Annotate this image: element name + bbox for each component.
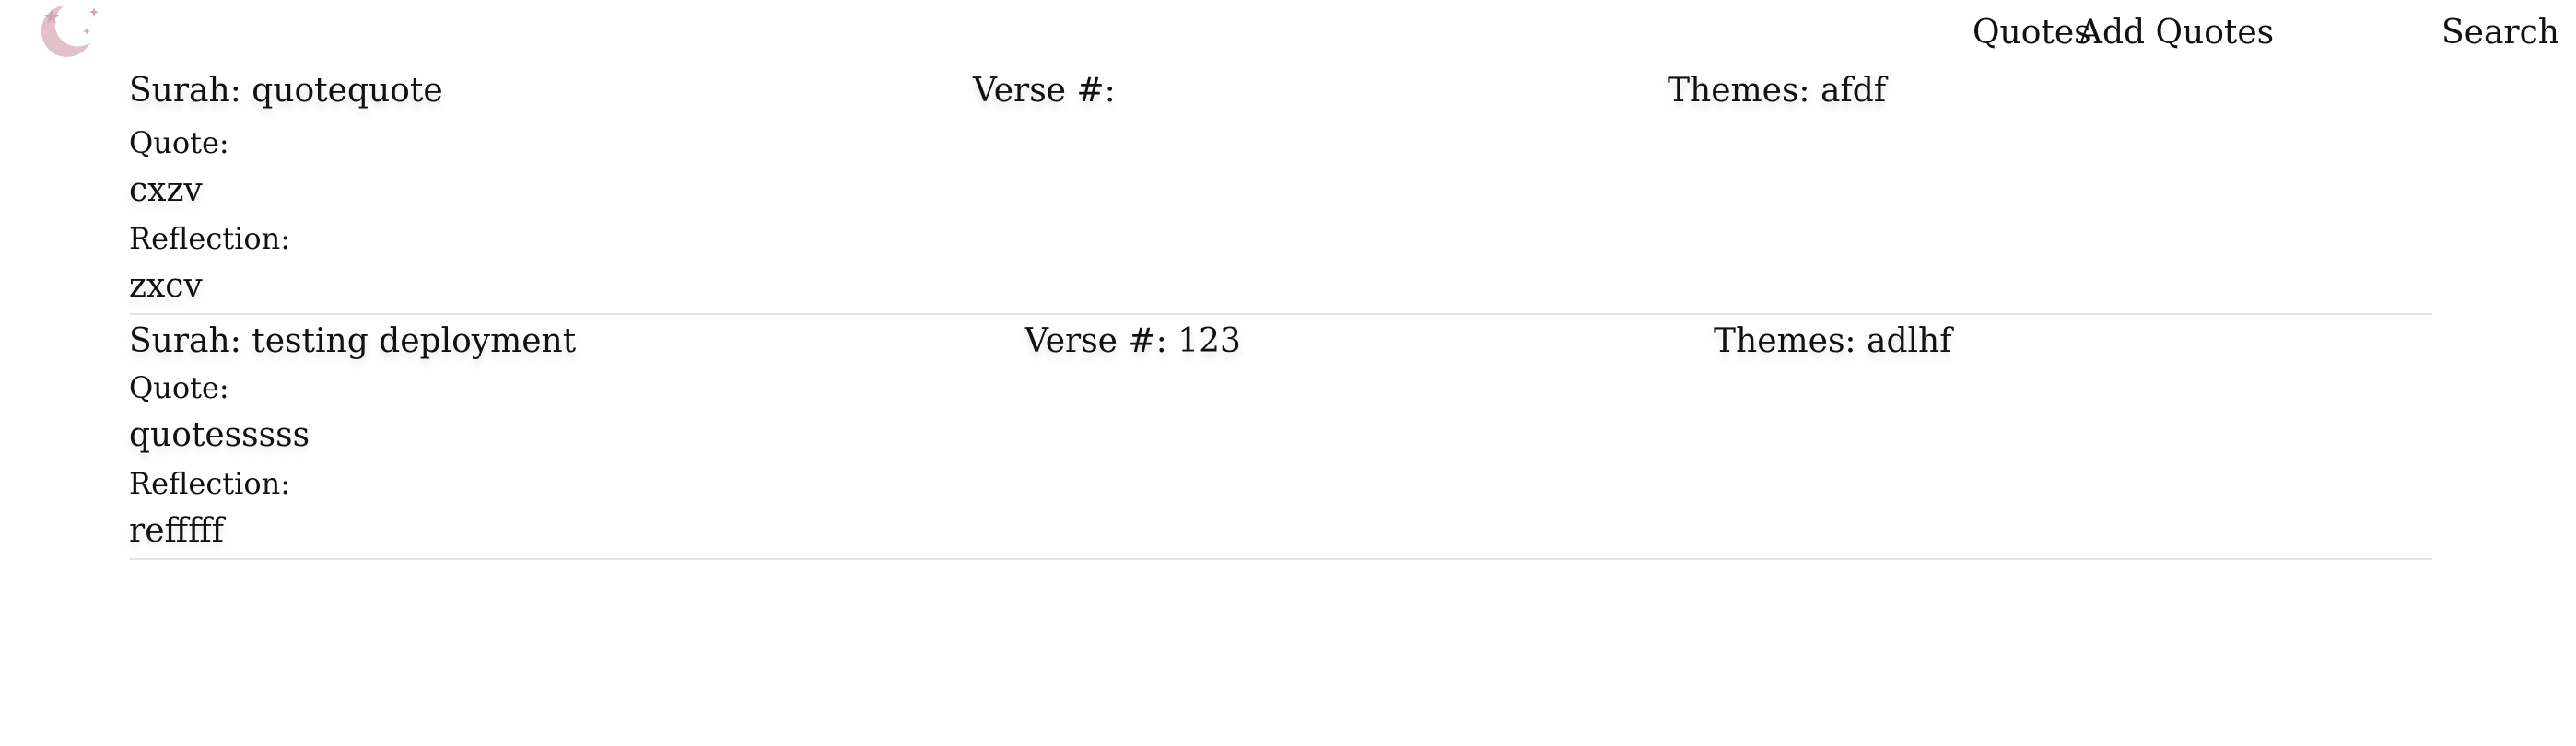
nav-add-quotes-link[interactable]: Add Quotes xyxy=(2078,14,2274,52)
quote-list: Surah: quotequote Verse #: Themes: afdf … xyxy=(129,64,2432,560)
entry-header: Surah: testing deployment Verse #: 123 T… xyxy=(129,322,2432,368)
quote-entry: Surah: testing deployment Verse #: 123 T… xyxy=(129,315,2432,560)
surah-label: Surah: quotequote xyxy=(129,72,443,110)
reflection-text: zxcv xyxy=(129,267,203,305)
verse-label: Verse #: xyxy=(973,72,1116,110)
surah-label: Surah: testing deployment xyxy=(129,322,577,360)
quote-entry: Surah: quotequote Verse #: Themes: afdf … xyxy=(129,64,2432,315)
reflection-text: refffff xyxy=(129,512,224,550)
themes-label: Themes: adlhf xyxy=(1714,322,1952,360)
reflection-label: Reflection: xyxy=(129,221,290,256)
nav-search-link[interactable]: Search xyxy=(2441,14,2559,52)
themes-label: Themes: afdf xyxy=(1668,72,1887,110)
quote-text: quotesssss xyxy=(129,416,310,454)
moon-stars-icon[interactable] xyxy=(24,0,105,61)
entry-header: Surah: quotequote Verse #: Themes: afdf xyxy=(129,72,2432,118)
quote-text: cxzv xyxy=(129,171,203,209)
quote-label: Quote: xyxy=(129,125,229,160)
quote-label: Quote: xyxy=(129,370,229,405)
reflection-label: Reflection: xyxy=(129,466,290,501)
nav-quotes-link[interactable]: Quotes xyxy=(1973,14,2091,52)
verse-label: Verse #: 123 xyxy=(1025,322,1241,360)
